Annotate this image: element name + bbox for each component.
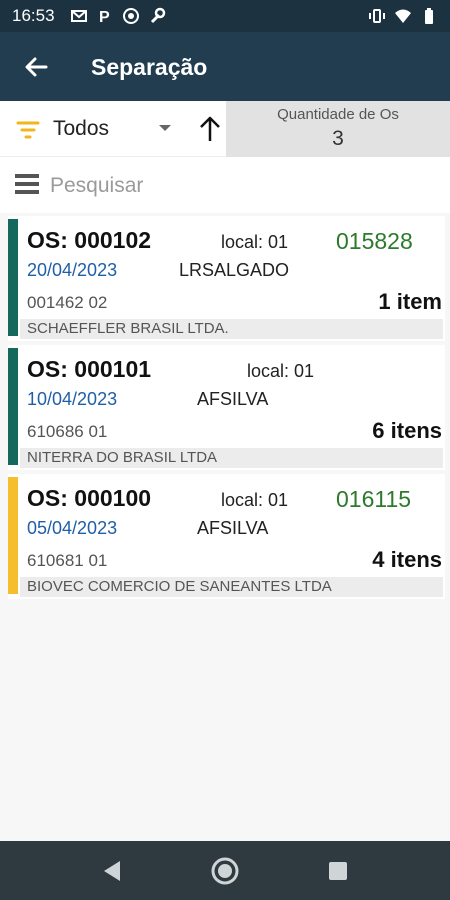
order-ref: 610686 01 — [27, 422, 108, 441]
order-local: local: 01 — [221, 232, 289, 252]
order-card[interactable]: OS: 000102 local: 01 015828 20/04/2023 L… — [8, 216, 445, 341]
filter-lines-icon[interactable] — [16, 118, 40, 142]
battery-icon — [425, 8, 433, 24]
quantity-value: 3 — [332, 127, 344, 150]
wrench-icon — [150, 7, 166, 24]
order-date: 05/04/2023 — [27, 518, 118, 538]
order-items-count: 6 itens — [372, 418, 442, 443]
order-code: 015828 — [336, 228, 413, 254]
app-bar: Separação — [0, 32, 450, 101]
order-user: AFSILVA — [197, 389, 269, 409]
p-icon: P — [99, 9, 110, 25]
recents-square-icon[interactable] — [323, 856, 353, 886]
status-stripe — [8, 219, 18, 336]
status-filter-dropdown[interactable]: Todos — [53, 117, 183, 143]
order-card[interactable]: OS: 000101 local: 01 10/04/2023 AFSILVA … — [8, 345, 445, 470]
status-time: 16:53 — [12, 6, 55, 25]
quantity-label: Quantidade de Os — [277, 106, 399, 123]
search-bar — [0, 157, 450, 213]
search-input[interactable] — [50, 171, 430, 201]
order-items-count: 4 itens — [372, 547, 442, 572]
order-user: LRSALGADO — [179, 260, 290, 280]
order-local: local: 01 — [247, 361, 315, 381]
back-triangle-icon[interactable] — [98, 856, 128, 886]
quantity-summary: Quantidade de Os 3 — [226, 101, 450, 157]
back-arrow-icon[interactable] — [20, 52, 52, 82]
arrow-up-icon[interactable] — [197, 115, 223, 143]
status-bar: 16:53 P — [0, 0, 450, 32]
notification-icons: P — [70, 7, 166, 25]
system-icons — [368, 7, 438, 25]
order-user: AFSILVA — [197, 518, 269, 538]
order-number: OS: 000100 — [27, 485, 152, 511]
order-ref: 001462 02 — [27, 293, 108, 312]
filter-bar: Todos Quantidade de Os 3 — [0, 101, 450, 157]
system-nav-bar — [0, 841, 450, 900]
order-number: OS: 000102 — [27, 227, 152, 253]
order-local: local: 01 — [221, 490, 289, 510]
order-items-count: 1 item — [378, 289, 442, 314]
wifi-icon — [395, 9, 411, 23]
order-client: SCHAEFFLER BRASIL LTDA. — [20, 319, 443, 339]
order-number: OS: 000101 — [27, 356, 152, 382]
status-stripe — [8, 348, 18, 465]
page-title: Separação — [91, 54, 208, 80]
list-bars-icon — [15, 174, 39, 194]
order-client: NITERRA DO BRASIL LTDA — [20, 448, 443, 468]
home-circle-icon[interactable] — [210, 856, 240, 886]
order-ref: 610681 01 — [27, 551, 108, 570]
chevron-down-icon — [159, 125, 171, 131]
order-client: BIOVEC COMERCIO DE SANEANTES LTDA — [20, 577, 443, 597]
order-date: 20/04/2023 — [27, 260, 118, 280]
order-date: 10/04/2023 — [27, 389, 118, 409]
order-code: 016115 — [336, 486, 412, 512]
svg-text:P: P — [99, 9, 110, 25]
vibrate-icon — [369, 9, 385, 23]
filter-selected-value: Todos — [53, 117, 110, 140]
status-stripe — [8, 477, 18, 594]
order-card[interactable]: OS: 000100 local: 01 016115 05/04/2023 A… — [8, 474, 445, 599]
gmail-icon — [71, 10, 87, 22]
sync-icon — [123, 8, 139, 24]
